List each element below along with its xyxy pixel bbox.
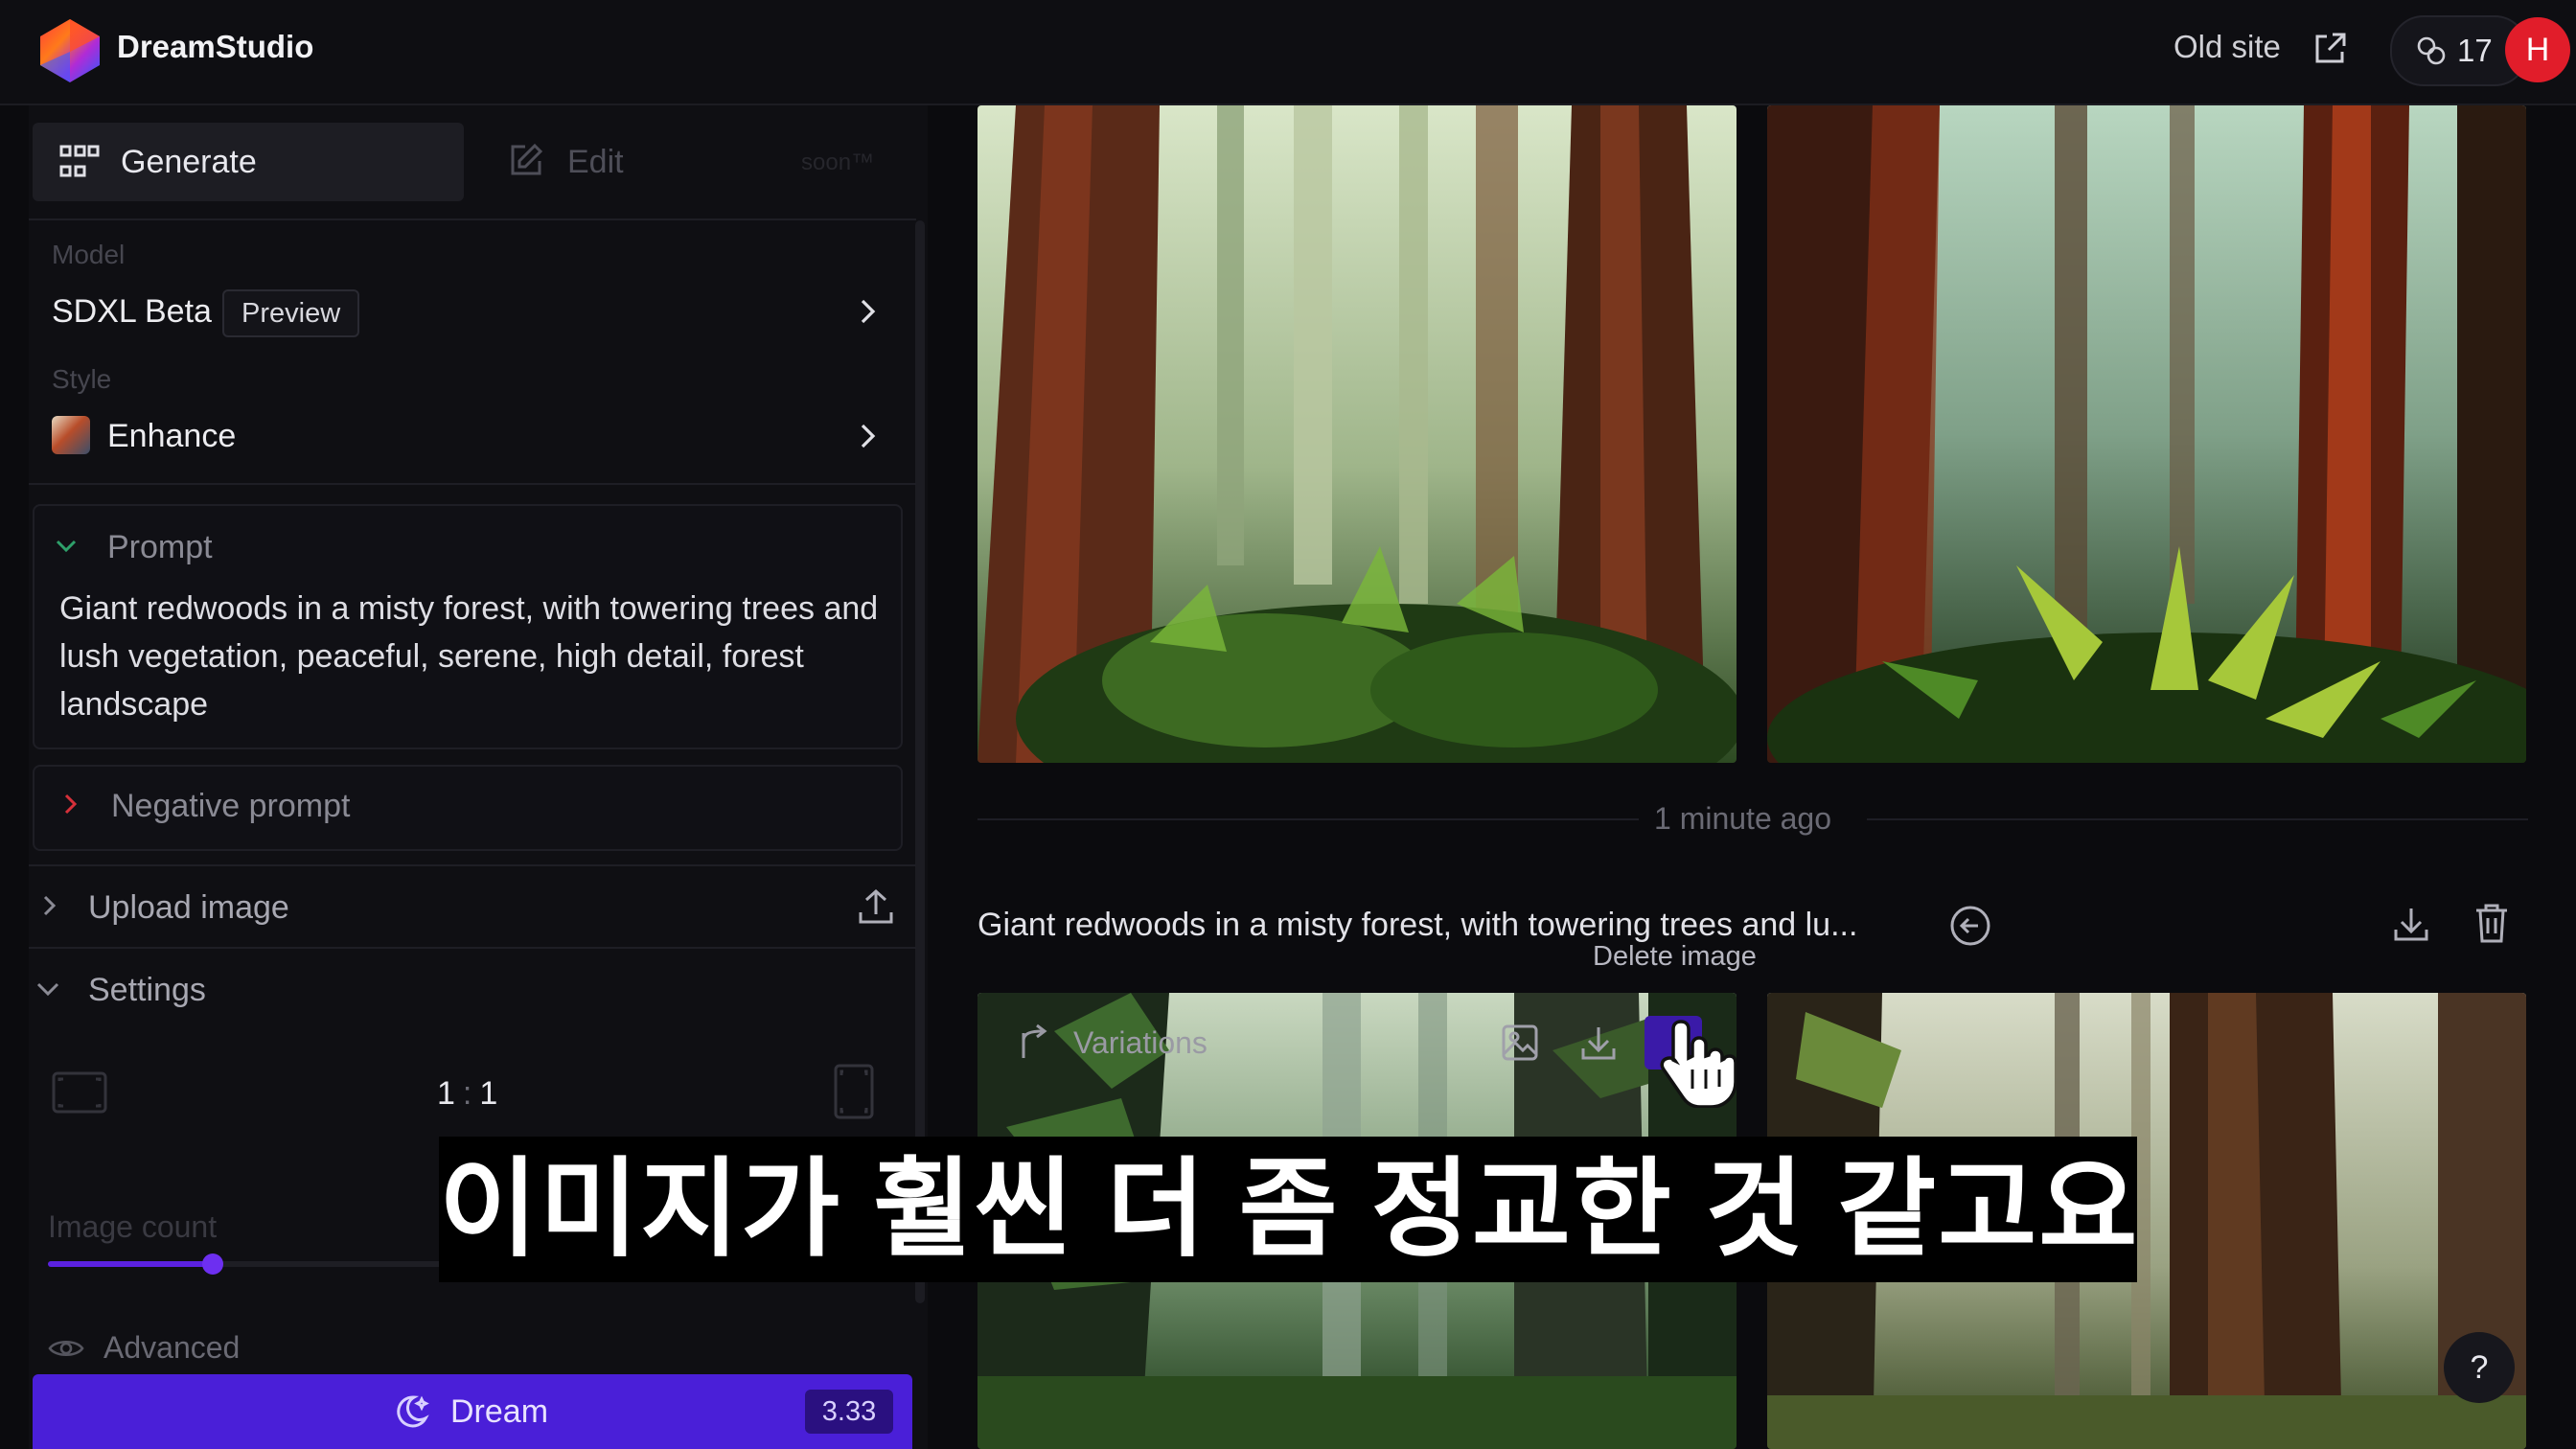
- landscape-aspect-icon[interactable]: [52, 1071, 107, 1114]
- trash-icon[interactable]: [2474, 903, 2509, 943]
- help-button[interactable]: ?: [2444, 1332, 2515, 1403]
- user-avatar[interactable]: H: [2505, 17, 2570, 82]
- generation-timestamp: 1 minute ago: [1654, 801, 1832, 836]
- settings-chevron-down-icon[interactable]: [34, 976, 61, 1002]
- delete-image-tooltip: Delete image: [1593, 941, 1757, 972]
- dream-button[interactable]: Dream 3.33: [33, 1374, 912, 1449]
- settings-title[interactable]: Settings: [88, 972, 206, 1009]
- external-link-icon[interactable]: [2312, 31, 2348, 67]
- upload-chevron-right-icon[interactable]: [36, 893, 61, 918]
- download-all-icon[interactable]: [2392, 905, 2430, 943]
- preview-badge: Preview: [222, 289, 360, 337]
- brand-name: DreamStudio: [117, 29, 314, 64]
- negative-prompt-chevron-right-icon[interactable]: [58, 792, 82, 816]
- video-subtitle-caption: 이미지가 훨씬 더 좀 정교한 것 같고요: [439, 1137, 2137, 1282]
- image-count-slider-handle[interactable]: [202, 1254, 223, 1275]
- ratio-width: 1: [437, 1075, 455, 1112]
- tab-generate[interactable]: Generate: [33, 123, 464, 201]
- tab-edit-label: Edit: [567, 144, 624, 180]
- negative-prompt-title[interactable]: Negative prompt: [111, 788, 350, 825]
- eye-icon: [48, 1340, 84, 1357]
- sidebar-divider: [29, 864, 916, 866]
- model-label: Model: [52, 240, 126, 269]
- sidebar-divider: [29, 947, 916, 949]
- timestamp-divider-left: [978, 818, 1639, 820]
- dreamstudio-logo-icon[interactable]: [36, 17, 104, 84]
- tab-generate-label: Generate: [121, 144, 257, 180]
- dream-cost-badge: 3.33: [805, 1390, 893, 1434]
- credits-count: 17: [2457, 33, 2493, 68]
- hand-pointer-cursor-icon: [1660, 1020, 1736, 1108]
- upload-image-title[interactable]: Upload image: [88, 889, 289, 927]
- tab-soon-label: soon™: [801, 150, 875, 175]
- ratio-height: 1: [479, 1075, 498, 1112]
- image-count-slider-fill: [48, 1261, 213, 1267]
- prompt-chevron-down-icon[interactable]: [54, 533, 79, 558]
- portrait-aspect-icon[interactable]: [834, 1064, 874, 1119]
- image-to-image-icon[interactable]: [1501, 1024, 1539, 1062]
- prompt-textarea[interactable]: Giant redwoods in a misty forest, with t…: [59, 585, 884, 728]
- style-chevron-right-icon[interactable]: [853, 422, 882, 450]
- generation-prompt: Giant redwoods in a misty forest, with t…: [978, 907, 1858, 943]
- generated-image[interactable]: [978, 105, 1736, 763]
- prompt-title[interactable]: Prompt: [107, 529, 213, 566]
- variations-label[interactable]: Variations: [1073, 1025, 1208, 1061]
- timestamp-divider-right: [1867, 818, 2528, 820]
- coins-icon: [2417, 36, 2446, 65]
- edit-icon: [511, 143, 543, 175]
- reuse-prompt-icon[interactable]: [1949, 905, 1991, 947]
- moon-icon: [397, 1395, 429, 1428]
- model-chevron-right-icon[interactable]: [853, 297, 882, 326]
- sidebar-divider: [29, 483, 916, 485]
- grid-icon: [59, 145, 100, 177]
- advanced-label[interactable]: Advanced: [104, 1330, 240, 1366]
- generated-image[interactable]: [1767, 105, 2526, 763]
- aspect-ratio-value[interactable]: 1:1: [437, 1075, 497, 1113]
- dream-button-label: Dream: [450, 1393, 549, 1430]
- image-count-label: Image count: [48, 1209, 218, 1244]
- sidebar-divider: [29, 218, 916, 220]
- style-thumbnail: [52, 416, 90, 454]
- upload-icon[interactable]: [857, 887, 895, 926]
- style-label: Style: [52, 364, 112, 394]
- old-site-link[interactable]: Old site: [2174, 29, 2281, 65]
- style-value[interactable]: Enhance: [107, 418, 236, 455]
- download-image-icon[interactable]: [1579, 1024, 1618, 1062]
- model-value[interactable]: SDXL Beta: [52, 293, 212, 331]
- variations-icon[interactable]: [1018, 1024, 1052, 1060]
- ratio-separator: :: [462, 1075, 472, 1112]
